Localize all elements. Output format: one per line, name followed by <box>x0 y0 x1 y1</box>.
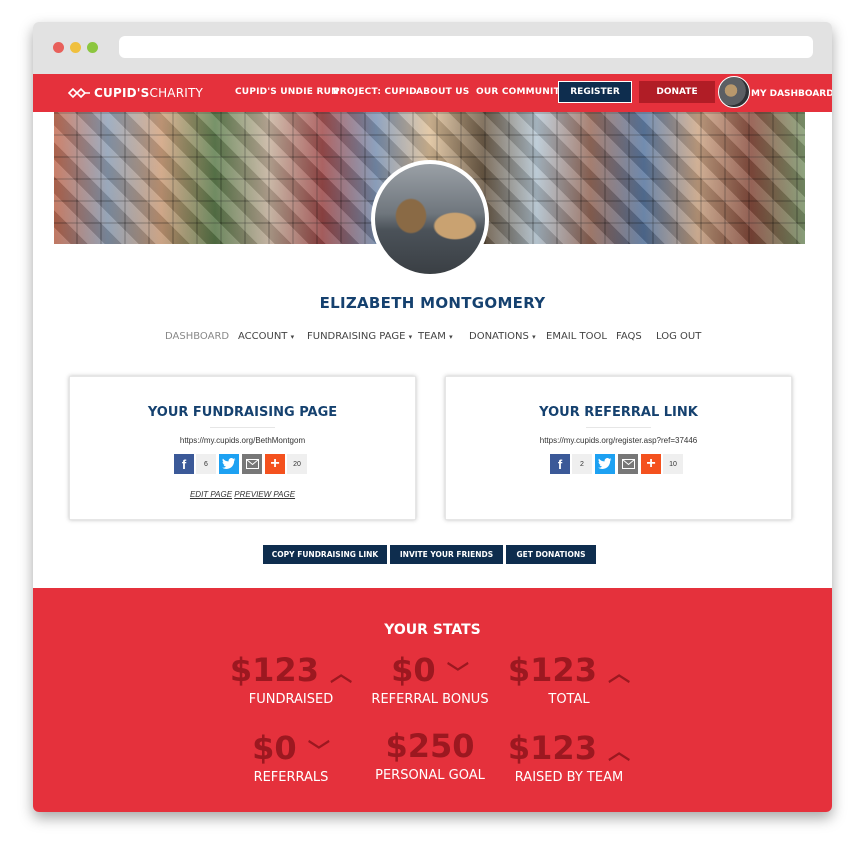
stat-value: $0 ﹀ <box>216 730 366 771</box>
close-window-dot[interactable] <box>53 42 64 53</box>
invite-friends-button[interactable]: INVITE YOUR FRIENDS <box>390 545 503 564</box>
stat-value: $123 ︿ <box>216 652 366 693</box>
subnav-donations-label: DONATIONS <box>469 331 529 342</box>
plus-share-icon[interactable]: + <box>265 454 285 474</box>
facebook-share-count: 6 <box>196 454 216 474</box>
profile-photo <box>371 160 489 278</box>
plus-share-count: 10 <box>663 454 683 474</box>
maximize-window-dot[interactable] <box>87 42 98 53</box>
stat-label: FUNDRAISED <box>248 692 334 707</box>
stat-value: $0 ﹀ <box>355 652 505 693</box>
stat-raised-by-team: $123 ︿ RAISED BY TEAM <box>494 730 644 790</box>
stat-label: RAISED BY TEAM <box>514 770 624 785</box>
chevron-up-icon: ︿ <box>608 662 631 687</box>
subnav-account-label: ACCOUNT <box>238 331 288 342</box>
twitter-share-icon[interactable] <box>219 454 239 474</box>
fundraising-url: https://my.cupids.org/BethMontgom <box>179 436 306 445</box>
plus-share-icon[interactable]: + <box>641 454 661 474</box>
subnav-team[interactable]: TEAM ▾ <box>418 331 453 342</box>
stat-referrals: $0 ﹀ REFERRALS <box>216 730 366 790</box>
subnav-faqs[interactable]: FAQS <box>616 331 642 342</box>
subnav-team-label: TEAM <box>418 331 446 342</box>
subnav-account[interactable]: ACCOUNT ▾ <box>238 331 294 342</box>
referral-url: https://my.cupids.org/register.asp?ref=3… <box>539 436 698 445</box>
subnav-email-tool[interactable]: EMAIL TOOL <box>546 331 607 342</box>
stat-label: TOTAL <box>548 692 590 707</box>
chevron-up-icon: ︿ <box>608 740 631 765</box>
stat-value-text: $123 <box>507 729 597 767</box>
stat-personal-goal: $250 PERSONAL GOAL <box>355 728 505 788</box>
facebook-share-icon[interactable]: f <box>174 454 194 474</box>
subnav-dashboard[interactable]: DASHBOARD <box>165 331 229 342</box>
caret-down-icon: ▾ <box>449 333 453 341</box>
user-avatar[interactable] <box>718 76 750 108</box>
subnav-donations[interactable]: DONATIONS ▾ <box>469 331 536 342</box>
logo-text-light: CHARITY <box>149 86 204 100</box>
nav-link-our-community[interactable]: OUR COMMUNITY <box>476 87 567 97</box>
stat-fundraised: $123 ︿ FUNDRAISED <box>216 652 366 712</box>
stat-total: $123 ︿ TOTAL <box>494 652 644 712</box>
caret-down-icon: ▾ <box>532 333 536 341</box>
subnav-fundraising-label: FUNDRAISING PAGE <box>307 331 406 342</box>
share-bar: f 2 + 10 <box>550 454 686 474</box>
nav-link-about-us[interactable]: ABOUT US <box>416 87 469 97</box>
address-bar[interactable] <box>119 36 813 58</box>
caret-down-icon: ▾ <box>290 333 295 341</box>
stat-value: $123 ︿ <box>494 730 644 771</box>
divider <box>210 427 275 428</box>
email-share-icon[interactable] <box>242 454 262 474</box>
caret-down-icon: ▾ <box>408 333 413 341</box>
stat-value: $123 ︿ <box>494 652 644 693</box>
chevron-down-icon: ﹀ <box>446 662 469 687</box>
stats-section: YOUR STATS $123 ︿ FUNDRAISED $0 ﹀ REFERR… <box>33 588 832 812</box>
referral-card-title: YOUR REFERRAL LINK <box>539 405 698 420</box>
subnav-log-out[interactable]: LOG OUT <box>656 331 701 342</box>
nav-link-project-cupid[interactable]: PROJECT: CUPID <box>333 87 417 97</box>
my-dashboard-link[interactable]: MY DASHBOARD <box>751 89 832 99</box>
register-button[interactable]: REGISTER <box>558 81 632 103</box>
chevron-down-icon: ﹀ <box>307 740 330 765</box>
divider <box>586 427 651 428</box>
stat-value-text: $250 <box>385 727 475 765</box>
stat-label: PERSONAL GOAL <box>375 768 485 783</box>
edit-preview-links: EDIT PAGE PREVIEW PAGE <box>70 490 415 499</box>
subnav-fundraising-page[interactable]: FUNDRAISING PAGE ▾ <box>307 331 412 342</box>
facebook-share-count: 2 <box>572 454 592 474</box>
stat-label: REFERRALS <box>253 770 329 785</box>
referral-link-card: YOUR REFERRAL LINK https://my.cupids.org… <box>445 376 792 520</box>
heart-logo-icon <box>67 87 90 99</box>
chevron-up-icon: ︿ <box>330 662 353 687</box>
site-logo[interactable]: CUPID'S CHARITY <box>67 84 203 102</box>
email-share-icon[interactable] <box>618 454 638 474</box>
browser-window: CUPID'S CHARITY CUPID'S UNDIE RUN PROJECT… <box>33 22 832 812</box>
fundraising-page-card: YOUR FUNDRAISING PAGE https://my.cupids.… <box>69 376 416 520</box>
stats-title: YOUR STATS <box>384 622 481 638</box>
nav-link-undie-run[interactable]: CUPID'S UNDIE RUN <box>235 87 339 97</box>
top-nav: CUPID'S CHARITY CUPID'S UNDIE RUN PROJECT… <box>33 74 832 112</box>
stat-value-text: $0 <box>391 651 436 689</box>
fundraising-card-title: YOUR FUNDRAISING PAGE <box>147 405 338 420</box>
share-bar: f 6 + 20 <box>174 454 310 474</box>
minimize-window-dot[interactable] <box>70 42 81 53</box>
stat-value-text: $0 <box>252 729 297 767</box>
stat-value-text: $123 <box>229 651 319 689</box>
stat-referral-bonus: $0 ﹀ REFERRAL BONUS <box>355 652 505 712</box>
donate-button[interactable]: DONATE <box>639 81 715 103</box>
plus-share-count: 20 <box>287 454 307 474</box>
facebook-share-icon[interactable]: f <box>550 454 570 474</box>
stat-value: $250 <box>355 728 505 764</box>
browser-chrome <box>33 22 832 74</box>
preview-page-link[interactable]: PREVIEW PAGE <box>234 490 295 499</box>
edit-page-link[interactable]: EDIT PAGE <box>190 490 232 499</box>
copy-fundraising-link-button[interactable]: COPY FUNDRAISING LINK <box>263 545 387 564</box>
stat-label: REFERRAL BONUS <box>371 692 489 707</box>
logo-text-bold: CUPID'S <box>94 86 150 100</box>
get-donations-button[interactable]: GET DONATIONS <box>506 545 596 564</box>
twitter-share-icon[interactable] <box>595 454 615 474</box>
stat-value-text: $123 <box>507 651 597 689</box>
profile-name: ELIZABETH MONTGOMERY <box>319 294 546 312</box>
